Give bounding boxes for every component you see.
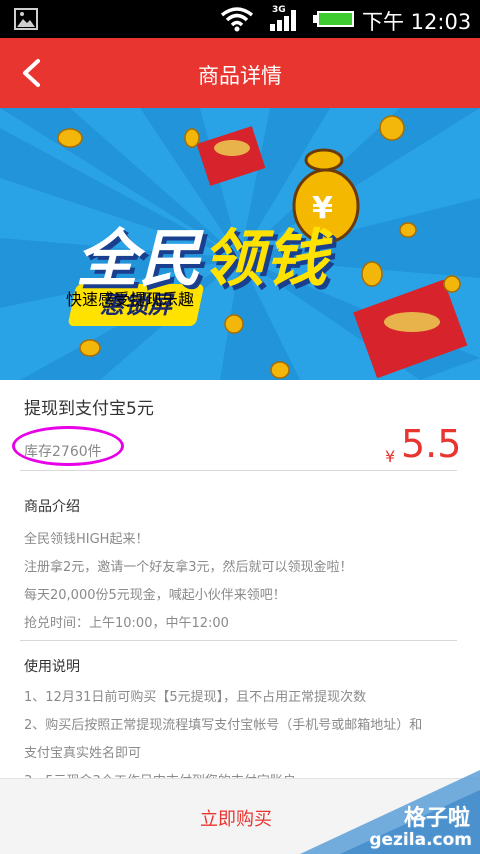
usage-line: 2、购买后按照正常提现流程填写支付宝帐号（手机号或邮箱地址）和 [24,718,423,733]
banner-slogan: 快速感受提现乐趣 [66,290,195,309]
network-label: 3G [272,5,286,15]
headline-part-2: 领钱 [202,222,329,295]
usage-line: 1、12月31日前可购买【5元提现】，且不占用正常提现次数 [24,690,367,705]
watermark-domain: gezila.com [369,830,472,850]
status-bar: 3G 下午 12:03 [0,0,480,38]
intro-title: 商品介绍 [24,499,80,515]
watermark-name: 格子啦 [403,806,470,831]
usage-line: 支付宝真实姓名即可 [24,746,142,761]
buy-now-button[interactable]: 立即购买 [200,805,272,831]
headline-part-1: 全民 [76,222,203,295]
battery-icon [313,11,354,27]
stock-count: 库存2760件 [24,444,102,460]
signal-icon: 3G [270,5,296,31]
divider [20,470,457,471]
page-title: 商品详情 [198,64,282,88]
intro-line: 每天20,000份5元现金，喊起小伙伴来领吧！ [24,588,286,603]
divider [20,640,457,641]
status-time: 下午 12:03 [362,10,472,34]
watermark: 格子啦 gezila.com [300,770,480,854]
intro-line: 注册拿2元，邀请一个好友拿3元，然后就可以领现金啦！ [24,560,353,575]
wifi-icon [220,7,254,32]
usage-title: 使用说明 [24,659,80,675]
gallery-icon [14,8,38,30]
banner-headline: 全民领钱 [76,208,328,298]
header-bar: 商品详情 [0,38,480,108]
intro-line: 抢兑时间：上午10:00，中午12:00 [24,616,229,631]
product-name: 提现到支付宝5元 [24,399,154,419]
price-currency: ¥ [385,447,396,466]
intro-line: 全民领钱HIGH起来！ [24,532,149,547]
product-price: 5.5 [401,422,462,466]
